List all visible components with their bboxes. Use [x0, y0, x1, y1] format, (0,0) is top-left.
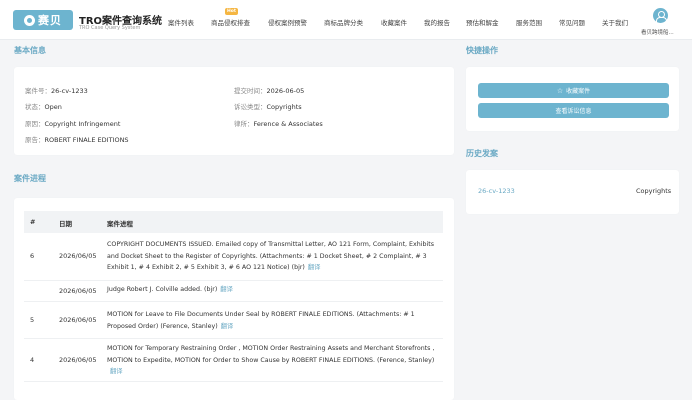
- top-nav: 赛贝 TRO案件查询系统 TRO Case Query System 案件列表 …: [0, 0, 692, 40]
- menu-my-reports[interactable]: 我的报告: [424, 17, 450, 27]
- row-divider: [24, 338, 443, 339]
- logo-text: 赛贝: [38, 14, 62, 27]
- row-date: 2026/06/05: [59, 252, 97, 260]
- menu-favorites[interactable]: 收藏案件: [381, 17, 407, 27]
- row-text: COPYRIGHT DOCUMENTS ISSUED. Emailed copy…: [107, 241, 435, 271]
- translate-link[interactable]: 翻译: [308, 264, 321, 271]
- quick-actions-title: 快捷操作: [466, 46, 498, 55]
- info-law-firm: 律所：Ference & Associates: [234, 120, 323, 128]
- favorite-case-button[interactable]: ☆ 收藏案件: [478, 83, 669, 98]
- row-num: 5: [30, 316, 35, 324]
- hot-badge: Hot: [225, 8, 238, 15]
- row-text: MOTION for Temporary Restraining Order ,…: [107, 345, 435, 364]
- info-case-type: 诉讼类型：Copyrights: [234, 103, 302, 111]
- basic-info-title: 基本信息: [14, 46, 46, 55]
- menu-trademark-category[interactable]: 商标品牌分类: [324, 17, 363, 27]
- menu-service-scope[interactable]: 服务范围: [516, 17, 542, 27]
- logo-icon: [24, 14, 35, 26]
- info-cause: 原因：Copyright Infringement: [25, 120, 121, 128]
- row-divider: [24, 381, 443, 382]
- history-case-type: Copyrights: [636, 187, 672, 195]
- col-date: 日期: [59, 220, 72, 228]
- star-icon: ☆: [556, 86, 564, 95]
- menu-settlement-estimate[interactable]: 预估和解金: [466, 17, 499, 27]
- col-num: #: [30, 218, 36, 226]
- menu-infringement-alert[interactable]: 侵权案例预警: [268, 17, 307, 27]
- table-row: COPYRIGHT DOCUMENTS ISSUED. Emailed copy…: [107, 239, 437, 274]
- table-row: MOTION for Leave to File Documents Under…: [107, 309, 437, 332]
- translate-link[interactable]: 翻译: [110, 368, 123, 375]
- history-case-link[interactable]: 26-cv-1233: [478, 187, 515, 195]
- info-filed-date: 提交时间：2026-06-05: [234, 87, 305, 95]
- row-text: Judge Robert J. Colville added. (bjr): [107, 286, 218, 293]
- brand-subtitle: TRO Case Query System: [79, 25, 141, 31]
- info-status: 状态：Open: [25, 103, 62, 111]
- row-date: 2026/06/05: [59, 287, 97, 295]
- menu-faq[interactable]: 常见问题: [559, 17, 585, 27]
- info-case-no: 案件号：26-cv-1233: [25, 87, 88, 95]
- menu-about[interactable]: 关于我们: [602, 17, 628, 27]
- row-text: MOTION for Leave to File Documents Under…: [107, 311, 415, 330]
- menu-product-check[interactable]: 商品侵权排查: [211, 17, 250, 27]
- logo[interactable]: 赛贝: [13, 10, 73, 30]
- progress-title: 案件进程: [14, 174, 46, 183]
- row-divider: [24, 280, 443, 281]
- history-title: 历史发案: [466, 149, 498, 158]
- col-progress: 案件进程: [107, 220, 133, 228]
- row-num: 6: [30, 252, 35, 260]
- table-row: Judge Robert J. Colville added. (bjr) 翻译: [107, 284, 437, 296]
- table-header: # 日期 案件进程: [24, 211, 443, 233]
- menu-case-list[interactable]: 案件列表: [168, 17, 194, 27]
- user-avatar-icon[interactable]: [653, 8, 668, 23]
- table-row: MOTION for Temporary Restraining Order ,…: [107, 343, 437, 378]
- row-date: 2026/06/05: [59, 356, 97, 364]
- row-num: 4: [30, 356, 35, 364]
- info-plaintiff: 原告：ROBERT FINALE EDITIONS: [25, 136, 129, 144]
- translate-link[interactable]: 翻译: [220, 286, 233, 293]
- row-divider: [24, 301, 443, 302]
- user-name[interactable]: 看贝跨境船...: [641, 28, 687, 36]
- row-date: 2026/06/05: [59, 316, 97, 324]
- quick-actions-card: [466, 67, 679, 131]
- view-litigation-button[interactable]: 查看诉讼信息: [478, 103, 669, 118]
- translate-link[interactable]: 翻译: [221, 323, 234, 330]
